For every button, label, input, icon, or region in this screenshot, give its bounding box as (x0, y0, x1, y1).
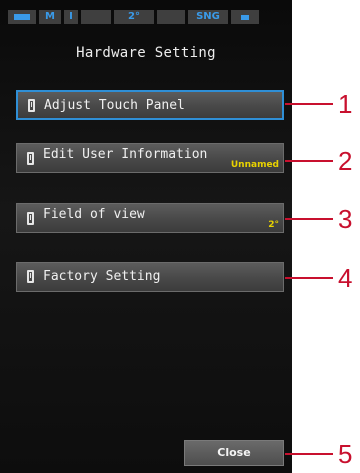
callout-line-3 (285, 218, 333, 220)
meter-icon (8, 10, 36, 24)
menu-item-icon (27, 212, 34, 225)
callout-line-1 (285, 103, 333, 105)
page-title: Hardware Setting (76, 45, 216, 61)
callout-number-1: 1 (338, 89, 353, 119)
menu-item-icon (28, 99, 35, 112)
status-sng: SNG (188, 10, 228, 24)
status-segment-empty-2 (157, 10, 185, 24)
field-of-view-value: 2° (268, 220, 279, 230)
user-name-value: Unnamed (230, 160, 279, 170)
status-bar: M I 2° SNG (8, 10, 284, 24)
menu-item-icon (27, 270, 34, 283)
field-of-view-button[interactable]: Field of view 2° (16, 203, 284, 233)
adjust-touch-panel-button[interactable]: Adjust Touch Panel (16, 90, 284, 120)
callout-line-4 (285, 277, 333, 279)
callout-number-5: 5 (338, 439, 353, 469)
factory-setting-button[interactable]: Factory Setting (16, 262, 284, 292)
status-angle: 2° (114, 10, 154, 24)
menu-item-label: Adjust Touch Panel (44, 98, 185, 113)
menu-item-label: Factory Setting (43, 269, 161, 284)
menu-item-icon (27, 152, 34, 165)
menu-item-label: Edit User Information (43, 147, 208, 162)
callout-number-4: 4 (338, 263, 353, 293)
status-segment-empty (81, 10, 111, 24)
close-button[interactable]: Close (184, 440, 284, 466)
callout-line-5 (285, 453, 333, 455)
battery-icon (231, 10, 259, 24)
callout-number-2: 2 (338, 146, 353, 176)
callout-line-2 (285, 160, 333, 162)
device-screen: M I 2° SNG Hardware Setting Adjust Touch… (0, 0, 292, 473)
callout-number-3: 3 (338, 204, 353, 234)
edit-user-information-button[interactable]: Edit User Information Unnamed (16, 143, 284, 173)
status-segment-i: I (64, 10, 78, 24)
menu-item-label: Field of view (43, 207, 145, 222)
status-segment-m: M (39, 10, 61, 24)
